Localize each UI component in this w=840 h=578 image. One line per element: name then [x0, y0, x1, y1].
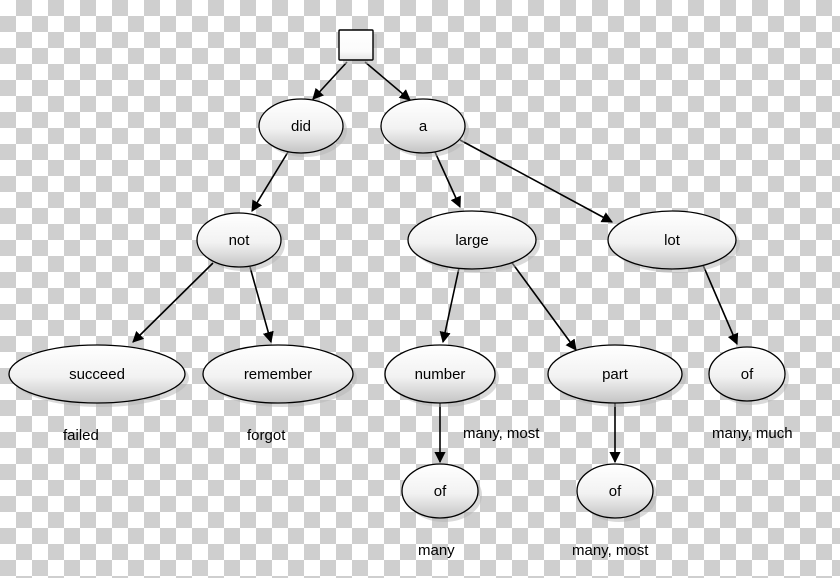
node-number[interactable]: number	[384, 344, 499, 407]
edge-a-large	[434, 151, 461, 209]
node-of-lot[interactable]: of	[708, 346, 789, 405]
node-lot[interactable]: lot	[607, 210, 740, 273]
node-number-label: number	[415, 366, 466, 383]
node-large-label: large	[455, 232, 488, 249]
edge-a-lot	[459, 139, 613, 223]
tree-graph: did a not large lot succeed remember num…	[8, 29, 793, 559]
node-root[interactable]	[338, 29, 377, 64]
node-succeed-label: succeed	[69, 366, 125, 383]
node-of-number-label: of	[434, 483, 447, 500]
node-a[interactable]: a	[380, 98, 469, 157]
edge-lot-of	[702, 264, 739, 346]
annotation-many-most-of: many, most	[572, 542, 649, 559]
node-not-label: not	[229, 232, 251, 249]
node-did-label: did	[291, 118, 311, 135]
node-did[interactable]: did	[258, 98, 347, 157]
edge-did-not	[251, 151, 289, 212]
annotation-many-much-lot: many, much	[712, 425, 793, 442]
node-remember[interactable]: remember	[202, 344, 357, 407]
node-group: did a not large lot succeed remember num…	[8, 29, 789, 522]
edge-large-number	[439, 267, 460, 344]
diagram-canvas: did a not large lot succeed remember num…	[0, 0, 840, 578]
node-part[interactable]: part	[547, 344, 686, 407]
node-a-label: a	[419, 118, 428, 135]
node-not[interactable]: not	[196, 212, 285, 271]
edge-root-did	[312, 61, 348, 100]
node-remember-label: remember	[244, 366, 312, 383]
annotation-forgot: forgot	[247, 427, 286, 444]
edge-root-a	[364, 61, 411, 101]
node-part-label: part	[602, 366, 629, 383]
node-of-lot-label: of	[741, 366, 754, 383]
node-lot-label: lot	[664, 232, 681, 249]
node-of-number[interactable]: of	[401, 463, 482, 522]
annotation-many-most-number: many, most	[463, 425, 540, 442]
edge-large-part	[509, 259, 577, 351]
node-succeed[interactable]: succeed	[8, 344, 189, 407]
edge-not-remember	[249, 266, 274, 344]
edge-not-succeed	[132, 262, 214, 343]
node-large[interactable]: large	[407, 210, 540, 273]
annotation-many-of: many	[418, 542, 455, 559]
node-of-part-label: of	[609, 483, 622, 500]
node-of-part[interactable]: of	[576, 463, 657, 522]
annotation-failed: failed	[63, 427, 99, 444]
